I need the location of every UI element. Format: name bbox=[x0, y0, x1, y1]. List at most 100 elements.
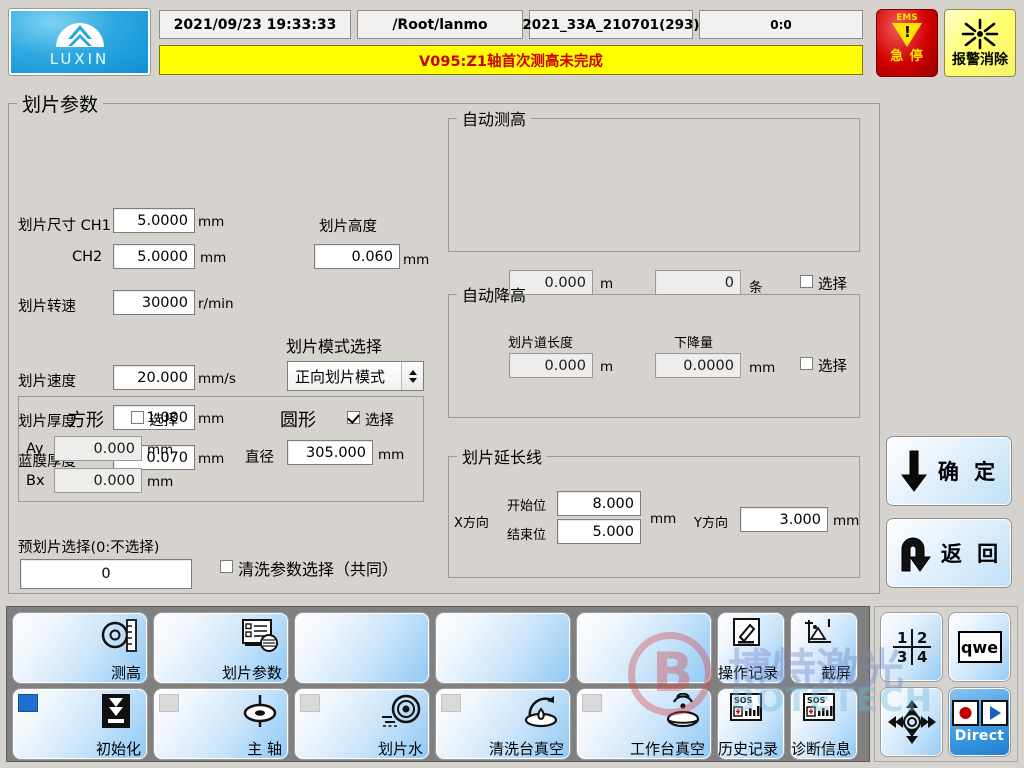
field-lane-length[interactable]: 0.000 bbox=[509, 353, 593, 378]
status-indicator bbox=[159, 694, 179, 712]
select-cut-mode[interactable]: 正向划片模式 bbox=[287, 361, 424, 391]
status-indicator bbox=[300, 694, 320, 712]
toolbar-button-blank-2[interactable] bbox=[435, 612, 571, 684]
luxin-logo-icon bbox=[52, 17, 108, 51]
field-start-position[interactable]: 8.000 bbox=[557, 491, 641, 516]
spinner-arrows[interactable] bbox=[401, 362, 423, 390]
select-cut-mode-value: 正向划片模式 bbox=[295, 367, 386, 386]
table-vacuum-icon bbox=[663, 692, 703, 731]
water-icon bbox=[381, 693, 421, 731]
quadrant-icon: 1 2 3 4 bbox=[889, 627, 935, 667]
field-cut-size-ch2[interactable]: 5.0000 bbox=[113, 244, 195, 269]
field-precut-value[interactable]: 0 bbox=[20, 559, 192, 589]
toolbar-row-bottom: 初始化 主 轴 划片水 清洗台真空 工作台真空 SOS 历史记录 SOS 诊断信… bbox=[12, 688, 864, 760]
field-cut-size-ch1[interactable]: 5.0000 bbox=[113, 208, 195, 233]
toolbar-label: 主 轴 bbox=[247, 740, 282, 758]
unit-diameter: mm bbox=[378, 447, 405, 463]
counter-display: 0:0 bbox=[699, 10, 863, 39]
checkbox-circle-select[interactable] bbox=[347, 411, 360, 424]
unit-spindle-speed: r/min bbox=[198, 296, 234, 312]
brand-logo: LUXIN bbox=[8, 8, 151, 76]
warning-triangle-icon bbox=[892, 23, 922, 47]
field-diameter[interactable]: 305.000 bbox=[287, 440, 373, 465]
unit-cut-speed: mm/s bbox=[198, 371, 236, 387]
label-clean-parameter: 清洗参数选择（共同） bbox=[238, 560, 399, 579]
height-gauge-icon bbox=[99, 617, 139, 655]
toolbar-label: 划片水 bbox=[377, 740, 423, 758]
label-square-shape: 方形 bbox=[68, 410, 104, 431]
emergency-stop-label: 急 停 bbox=[890, 49, 924, 64]
label-precut-select: 预划片选择(0:不选择) bbox=[18, 540, 160, 556]
toolbar-label: 工作台真空 bbox=[629, 740, 705, 758]
unit-x-extension: mm bbox=[650, 511, 677, 527]
status-indicator bbox=[18, 694, 38, 712]
alarm-clear-button[interactable]: 报警消除 bbox=[944, 9, 1016, 77]
label-bx: Bx bbox=[26, 473, 45, 489]
pencil-edit-icon bbox=[730, 617, 770, 655]
bottom-toolbar: 测高 划片参数 操作记录 截屏 初始化 主 轴 划片水 清洗台真空 工作台真空 … bbox=[6, 606, 870, 762]
field-cut-speed[interactable]: 20.000 bbox=[113, 365, 195, 390]
direct-mode-button[interactable]: Direct bbox=[948, 687, 1011, 757]
chevron-up-icon bbox=[408, 369, 417, 375]
group-title-auto-height: 自动测高 bbox=[462, 110, 527, 129]
toolbar-button-initialize[interactable]: 初始化 bbox=[12, 688, 148, 760]
checkbox-auto-down-select[interactable] bbox=[800, 357, 813, 370]
quadrant-button[interactable]: 1 2 3 4 bbox=[880, 612, 943, 682]
toolbar-button-table-vacuum[interactable]: 工作台真空 bbox=[576, 688, 712, 760]
toolbar-button-history-log[interactable]: SOS 历史记录 bbox=[717, 688, 785, 760]
right-button-panel: 1 2 3 4 qwe Direct bbox=[874, 606, 1018, 762]
checkbox-clean-parameter[interactable] bbox=[220, 560, 233, 573]
field-spindle-speed[interactable]: 30000 bbox=[113, 290, 195, 315]
back-button[interactable]: 返 回 bbox=[886, 518, 1012, 588]
emergency-stop-button[interactable]: EMS 急 停 bbox=[876, 9, 938, 77]
spindle-icon bbox=[240, 693, 280, 731]
toolbar-button-blank-1[interactable] bbox=[294, 612, 430, 684]
jog-pad-button[interactable] bbox=[880, 687, 943, 757]
group-title-cutting-parameters: 划片参数 bbox=[22, 94, 99, 116]
svg-text:4: 4 bbox=[917, 648, 927, 666]
unit-cut-height: mm bbox=[403, 252, 430, 268]
toolbar-button-blank-3[interactable] bbox=[576, 612, 712, 684]
path-display[interactable]: /Root/lanmo bbox=[357, 10, 523, 39]
checkbox-square-select[interactable] bbox=[131, 411, 144, 424]
svg-text:3: 3 bbox=[897, 648, 907, 666]
status-indicator bbox=[441, 694, 461, 712]
toolbar-button-clean-vacuum[interactable]: 清洗台真空 bbox=[435, 688, 571, 760]
field-end-position[interactable]: 5.000 bbox=[557, 519, 641, 544]
toolbar-button-cutting-parameters[interactable]: 划片参数 bbox=[153, 612, 289, 684]
toolbar-button-screenshot[interactable]: 截屏 bbox=[790, 612, 858, 684]
screenshot-icon bbox=[803, 617, 843, 655]
keyboard-button[interactable]: qwe bbox=[948, 612, 1011, 682]
unit-bx: mm bbox=[147, 474, 174, 490]
confirm-button[interactable]: 确 定 bbox=[886, 436, 1012, 506]
status-indicator bbox=[582, 694, 602, 712]
recipe-display[interactable]: 2021_33A_210701(293) bbox=[522, 10, 700, 39]
down-arrow-icon bbox=[900, 450, 927, 492]
toolbar-label: 初始化 bbox=[95, 740, 141, 758]
label-end-position: 结束位 bbox=[507, 528, 547, 543]
keyboard-icon: qwe bbox=[957, 631, 1002, 663]
label-drop-amount: 下降量 bbox=[674, 336, 714, 351]
toolbar-button-diagnostic-info[interactable]: SOS 诊断信息 bbox=[790, 688, 858, 760]
field-y-extension[interactable]: 3.000 bbox=[740, 507, 828, 532]
record-play-icon bbox=[951, 700, 1008, 726]
field-drop-amount[interactable]: 0.0000 bbox=[655, 353, 741, 378]
unit-ay: mm bbox=[147, 442, 174, 458]
field-cut-height[interactable]: 0.060 bbox=[314, 244, 400, 269]
field-bx[interactable]: 0.000 bbox=[54, 468, 142, 493]
group-title-extension-line: 划片延长线 bbox=[462, 448, 543, 467]
return-arrow-icon bbox=[901, 537, 931, 572]
clean-vacuum-icon bbox=[522, 693, 562, 731]
toolbar-button-height-measure[interactable]: 测高 bbox=[12, 612, 148, 684]
toolbar-button-cutting-water[interactable]: 划片水 bbox=[294, 688, 430, 760]
svg-text:1: 1 bbox=[897, 629, 907, 647]
label-cut-speed: 划片速度 bbox=[18, 374, 76, 390]
label-ay: Ay bbox=[26, 441, 44, 457]
toolbar-button-operation-log[interactable]: 操作记录 bbox=[717, 612, 785, 684]
sos-history-icon: SOS bbox=[730, 693, 770, 731]
unit-lane-length: m bbox=[600, 359, 614, 375]
hmi-screen: LUXIN 2021/09/23 19:33:33 /Root/lanmo 20… bbox=[0, 0, 1024, 768]
toolbar-button-spindle[interactable]: 主 轴 bbox=[153, 688, 289, 760]
label-circle-select: 选择 bbox=[365, 413, 394, 429]
field-ay[interactable]: 0.000 bbox=[54, 436, 142, 461]
